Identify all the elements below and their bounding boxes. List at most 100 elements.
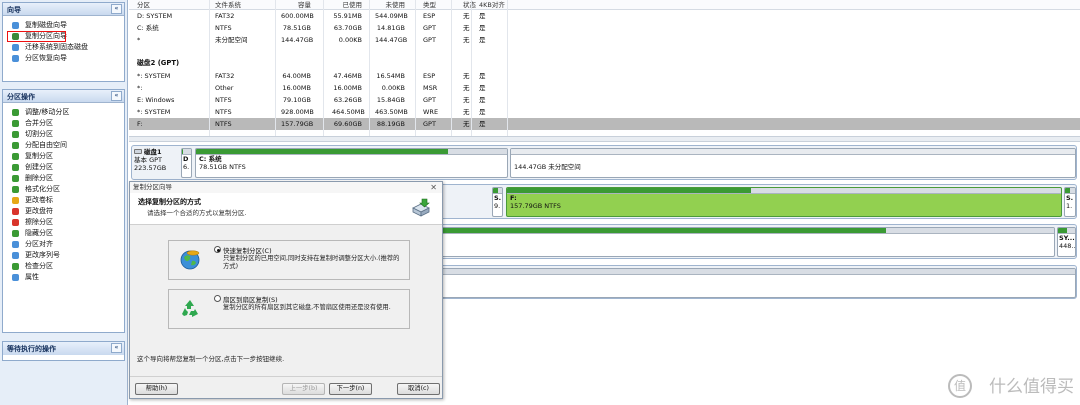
ops-item-label: 分区对齐: [25, 240, 53, 248]
table-cell: 16.00MB: [333, 84, 362, 92]
table-cell: GPT: [423, 96, 436, 104]
help-button[interactable]: 帮助(h): [135, 383, 178, 395]
cancel-button[interactable]: 取消(c): [397, 383, 440, 395]
format-icon: [12, 186, 19, 193]
table-cell: *: SYSTEM: [137, 108, 171, 116]
table-cell: 是: [479, 120, 486, 128]
unallocated-block[interactable]: 144.47GB 未分配空间: [510, 148, 1076, 178]
wizard-item[interactable]: 复制磁盘向导: [3, 20, 124, 31]
table-row[interactable]: D: SYSTEM FAT32 600.00MB 55.91MB 544.09MB ESP…: [129, 10, 1080, 22]
drive-letter-icon: [12, 208, 19, 215]
table-cell: GPT: [423, 36, 436, 44]
column-divider: [209, 0, 210, 136]
ops-item[interactable]: 更改卷标: [3, 195, 124, 206]
partition-e-block[interactable]: [432, 227, 1055, 257]
partition-s-block[interactable]: S. 9.: [492, 187, 503, 217]
fast-copy-radio[interactable]: [214, 246, 221, 253]
wizard-item[interactable]: 分区恢复向导: [3, 53, 124, 64]
table-row[interactable]: *: Other 16.00MB 16.00MB 0.00KB MSR 无 是: [129, 82, 1080, 94]
table-cell: NTFS: [215, 120, 232, 128]
ops-item-label: 复制分区: [25, 152, 53, 160]
table-cell: 144.47GB: [281, 36, 314, 44]
partition-s2-block[interactable]: S. 1.: [1064, 187, 1076, 217]
pending-panel-header[interactable]: 等待执行的操作 «: [3, 342, 124, 355]
disk2-rows: *: SYSTEM FAT32 64.00MB 47.46MB 16.54MB ESP 无是…: [129, 70, 1080, 130]
disk1-bar[interactable]: 磁盘1 基本 GPT 223.57GB D 6. C: 系统 78.51GB N…: [131, 145, 1077, 180]
table-cell: 无: [463, 72, 470, 80]
column-header[interactable]: 4KB对齐: [479, 0, 505, 9]
sector-copy-option[interactable]: 扇区到扇区复制(S) 复制分区的所有扇区到其它磁盘,不管扇区使用还是没有使用.: [168, 289, 410, 329]
partition-c-label: C: 系统: [199, 155, 222, 163]
column-header[interactable]: 未使用: [375, 0, 406, 9]
table-cell: 是: [479, 24, 486, 32]
table-cell: 是: [479, 36, 486, 44]
table-row[interactable]: *: SYSTEM NTFS 928.00MB 464.50MB 463.50MB WRE…: [129, 106, 1080, 118]
partition-c-block[interactable]: C: 系统 78.51GB NTFS: [195, 148, 508, 178]
ops-item[interactable]: 调整/移动分区: [3, 107, 124, 118]
ops-item-label: 格式化分区: [25, 185, 60, 193]
table-row[interactable]: *: SYSTEM FAT32 64.00MB 47.46MB 16.54MB ESP 无 是: [129, 70, 1080, 82]
collapse-icon[interactable]: «: [111, 4, 122, 14]
collapse-icon[interactable]: «: [111, 91, 122, 101]
column-divider: [369, 0, 370, 136]
partition-sy-block[interactable]: SY... 448...: [1057, 227, 1076, 257]
table-cell: C: 系统: [137, 24, 159, 32]
ops-item[interactable]: 格式化分区: [3, 184, 124, 195]
operations-panel: 分区操作 « 调整/移动分区 合并分区 切割分区 分配自由空间 复制分区创建分区 删除分区…: [2, 89, 125, 333]
ops-item[interactable]: 更改序列号: [3, 250, 124, 261]
ops-item[interactable]: 检查分区: [3, 261, 124, 272]
column-header[interactable]: 类型: [423, 0, 436, 9]
close-icon[interactable]: ✕: [430, 182, 437, 193]
partition-copy-icon: [12, 33, 19, 40]
table-cell: 15.84GB: [376, 96, 405, 104]
partition-d-block[interactable]: D 6.: [181, 148, 192, 178]
partition-s-usage-fill: [493, 188, 498, 193]
partition-sy-label: SY...: [1059, 234, 1075, 242]
wizard-panel-header[interactable]: 向导 «: [3, 3, 124, 16]
table-row[interactable]: C: 系统 NTFS 78.51GB 63.70GB 14.81GB GPT 无 是: [129, 22, 1080, 34]
ops-item[interactable]: 隐藏分区: [3, 228, 124, 239]
partition-f-block[interactable]: F: 157.79GB NTFS: [506, 187, 1062, 217]
column-header[interactable]: 状态: [463, 0, 476, 9]
ops-item[interactable]: 切割分区: [3, 129, 124, 140]
ops-item[interactable]: 属性: [3, 272, 124, 283]
partition-g-block[interactable]: [432, 268, 1076, 298]
table-row[interactable]: F: NTFS 157.79GB 69.60GB 88.19GB GPT 无 是: [129, 118, 1080, 130]
ops-item-label: 检查分区: [25, 262, 53, 270]
serial-icon: [12, 252, 19, 259]
collapse-icon[interactable]: «: [111, 343, 122, 353]
table-cell: 63.26GB: [333, 96, 362, 104]
ops-item[interactable]: 合并分区: [3, 118, 124, 129]
dialog-titlebar[interactable]: 复制分区向导 ✕: [130, 182, 442, 193]
ops-item[interactable]: 复制分区: [3, 151, 124, 162]
column-divider: [471, 0, 472, 136]
ops-item[interactable]: 删除分区: [3, 173, 124, 184]
sector-copy-radio[interactable]: [214, 295, 221, 302]
table-cell: 是: [479, 84, 486, 92]
wizard-item[interactable]: 复制分区向导: [7, 31, 67, 42]
disk-copy-icon: [12, 22, 19, 29]
merge-icon: [12, 120, 19, 127]
ops-item[interactable]: 分配自由空间: [3, 140, 124, 151]
column-header[interactable]: 容量: [281, 0, 311, 9]
column-header[interactable]: 文件系统: [215, 0, 241, 9]
column-header[interactable]: 分区: [137, 0, 150, 9]
table-cell: 544.09MB: [375, 12, 408, 20]
wizard-item[interactable]: 迁移系统到固态磁盘: [3, 42, 124, 53]
ops-item[interactable]: 擦除分区: [3, 217, 124, 228]
fast-copy-option[interactable]: 快速复制分区(C) 只复制分区的已用空间,同时支持在复制时调整分区大小.(推荐的…: [168, 240, 410, 280]
ops-item[interactable]: 更改盘符: [3, 206, 124, 217]
previous-button[interactable]: 上一步(b): [282, 383, 325, 395]
table-row[interactable]: E: Windows NTFS 79.10GB 63.26GB 15.84GB GPT 无 是: [129, 94, 1080, 106]
ops-item[interactable]: 创建分区: [3, 162, 124, 173]
ops-item[interactable]: 分区对齐: [3, 239, 124, 250]
operations-panel-header[interactable]: 分区操作 «: [3, 90, 124, 103]
next-button[interactable]: 下一步(n): [329, 383, 372, 395]
table-cell: 无: [463, 108, 470, 116]
table-cell: GPT: [423, 120, 436, 128]
partition-s2-sub: 1.: [1066, 202, 1073, 210]
table-row[interactable]: * 未分配空间 144.47GB 0.00KB 144.47GB GPT 无 是: [129, 34, 1080, 46]
table-cell: 无: [463, 84, 470, 92]
table-cell: 0.00KB: [381, 84, 405, 92]
column-header[interactable]: 已使用: [332, 0, 363, 9]
